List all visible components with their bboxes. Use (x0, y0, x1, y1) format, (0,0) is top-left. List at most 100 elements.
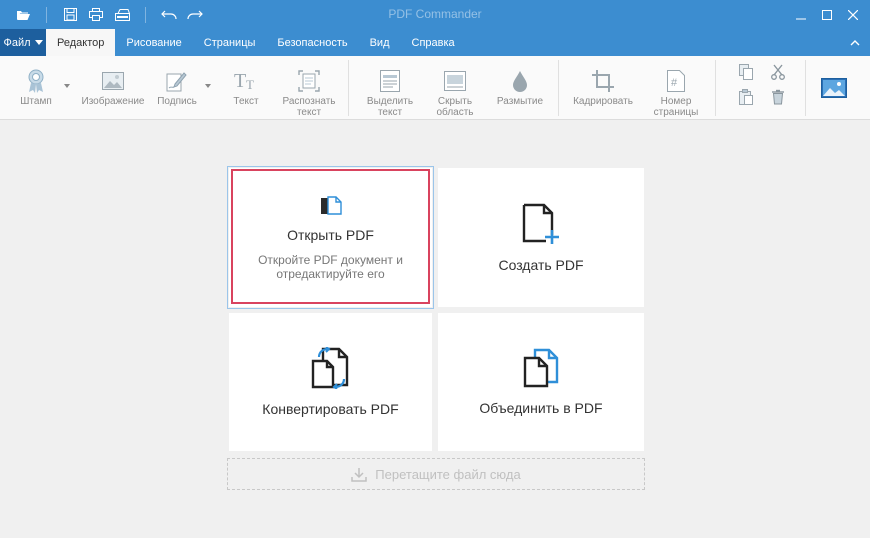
new-file-icon (522, 203, 559, 244)
image-button[interactable]: Изображение (80, 56, 146, 120)
water-drop-icon (513, 71, 527, 92)
chevron-down-icon (34, 40, 43, 45)
text-button[interactable]: TT Текст (226, 56, 266, 120)
convert-pdf-title: Конвертировать PDF (262, 401, 399, 417)
ribbon-tabs: Файл Редактор Рисование Страницы Безопас… (0, 29, 870, 56)
convert-pdf-card[interactable]: Конвертировать PDF (229, 313, 432, 451)
hide-area-label: Скрыть область (436, 96, 474, 118)
close-button[interactable] (840, 0, 866, 29)
ribbon-separator (348, 60, 349, 116)
dropdown-arrow-icon (64, 84, 70, 88)
page-number-label: Номер страницы (653, 96, 699, 118)
text-label: Текст (233, 96, 259, 107)
close-icon (848, 9, 858, 20)
open-folder-icon (17, 10, 30, 20)
save-button[interactable] (57, 4, 83, 26)
tab-help[interactable]: Справка (401, 29, 466, 56)
scissors-icon (771, 64, 785, 80)
selection-highlight (231, 169, 430, 304)
signature-label: Подпись (157, 96, 197, 107)
stamp-dropdown[interactable] (62, 56, 72, 120)
paste-icon (739, 89, 753, 105)
maximize-button[interactable] (814, 0, 840, 29)
copy-button[interactable] (737, 63, 755, 81)
signature-dropdown[interactable] (203, 56, 213, 120)
undo-button[interactable] (156, 4, 182, 26)
minimize-icon (796, 18, 806, 19)
merge-pdf-card[interactable]: Объединить в PDF (438, 313, 644, 451)
tab-view[interactable]: Вид (359, 29, 401, 56)
ocr-button[interactable]: Распознать текст (280, 56, 338, 120)
minimize-button[interactable] (788, 0, 814, 29)
toolbar-separator (46, 6, 47, 23)
drop-zone[interactable]: Перетащите файл сюда (227, 458, 645, 490)
file-menu-label: Файл (3, 36, 31, 49)
image-icon (102, 72, 124, 90)
ribbon-separator (558, 60, 559, 116)
paste-button[interactable] (737, 88, 755, 106)
ribbon-separator (715, 60, 716, 116)
file-menu-button[interactable]: Файл (0, 29, 46, 56)
redo-button[interactable] (182, 4, 208, 26)
hide-area-icon (444, 71, 466, 91)
trash-icon (772, 89, 784, 105)
stamp-icon (28, 69, 44, 93)
merge-pdf-title: Объединить в PDF (479, 400, 603, 416)
maximize-icon (822, 9, 832, 20)
select-text-label: Выделить текст (366, 96, 414, 118)
blur-button[interactable]: Размытие (494, 56, 546, 120)
image-label: Изображение (81, 96, 145, 107)
select-text-icon (380, 70, 400, 92)
create-pdf-card[interactable]: Создать PDF (438, 168, 644, 307)
merge-files-icon (523, 348, 559, 388)
save-icon (63, 8, 77, 21)
crop-button[interactable]: Кадрировать (570, 56, 636, 120)
redo-icon (187, 10, 203, 19)
print-icon (89, 8, 103, 21)
tab-editor[interactable]: Редактор (46, 29, 116, 56)
chevron-up-icon (850, 40, 860, 46)
stamp-button[interactable]: Штамп (14, 56, 58, 120)
dropdown-arrow-icon (205, 84, 211, 88)
page-number-button[interactable]: # Номер страницы (648, 56, 704, 120)
toolbar-separator (145, 6, 146, 23)
tab-security[interactable]: Безопасность (266, 29, 358, 56)
title-bar: PDF Commander (0, 0, 870, 29)
download-icon (351, 467, 368, 482)
cut-button[interactable] (769, 63, 787, 81)
ocr-label: Распознать текст (282, 96, 336, 118)
print-button[interactable] (83, 4, 109, 26)
scan-button[interactable] (109, 4, 135, 26)
collapse-ribbon-button[interactable] (846, 34, 864, 52)
picture-icon (821, 78, 847, 98)
delete-button[interactable] (769, 88, 787, 106)
svg-text:#: # (671, 77, 678, 89)
drop-zone-label: Перетащите файл сюда (375, 466, 521, 482)
hide-area-button[interactable]: Скрыть область (428, 56, 482, 120)
signature-icon (166, 72, 187, 92)
quick-access-toolbar (0, 0, 208, 29)
stamp-label: Штамп (20, 96, 52, 107)
ribbon-toolbar: Штамп Изображение Подпись TT Текст Распо… (0, 56, 870, 120)
svg-text:T: T (234, 70, 246, 92)
copy-icon (739, 64, 753, 80)
create-pdf-title: Создать PDF (498, 256, 584, 273)
select-text-button[interactable]: Выделить текст (362, 56, 418, 120)
scan-icon (114, 8, 130, 21)
signature-button[interactable]: Подпись (154, 56, 200, 120)
open-folder-button[interactable] (10, 4, 36, 26)
window-controls (788, 0, 870, 29)
tab-drawing[interactable]: Рисование (115, 29, 192, 56)
text-icon: TT (234, 70, 254, 92)
ribbon-separator (805, 60, 806, 116)
convert-file-icon (311, 347, 348, 389)
image-gallery-button[interactable] (820, 76, 848, 100)
undo-icon (161, 10, 177, 19)
ocr-icon (298, 70, 320, 92)
blur-label: Размытие (496, 96, 544, 107)
crop-label: Кадрировать (573, 96, 633, 107)
crop-icon (592, 70, 614, 92)
page-number-icon: # (667, 70, 685, 92)
tab-pages[interactable]: Страницы (193, 29, 267, 56)
svg-text:T: T (246, 77, 254, 92)
